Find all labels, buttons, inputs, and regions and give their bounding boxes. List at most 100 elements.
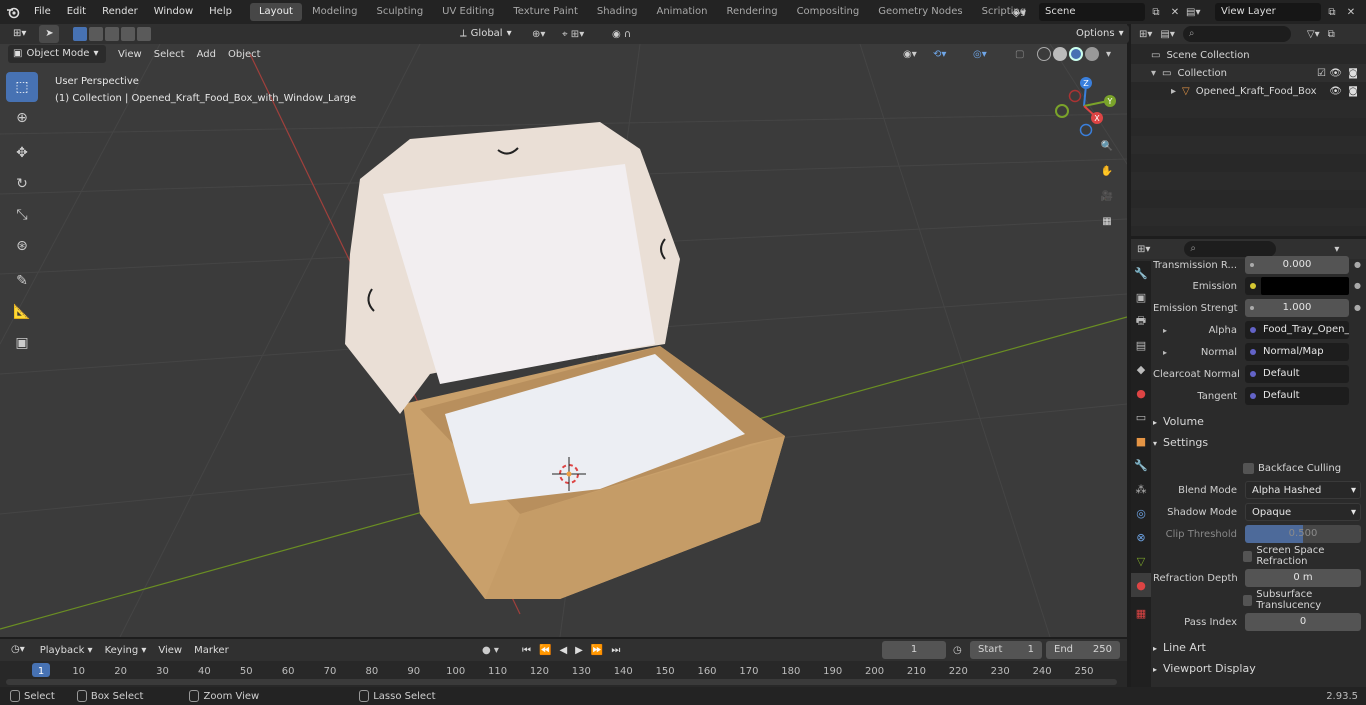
new-collection-icon[interactable]: ⧉	[1328, 29, 1335, 40]
new-scene-icon[interactable]: ⧉	[1148, 7, 1164, 18]
refraction-depth-field[interactable]: 0 m	[1245, 569, 1361, 587]
object-tab-icon[interactable]: ■	[1131, 429, 1151, 453]
snap-icon[interactable]: ⌖ ⊞▾	[562, 29, 584, 40]
tab-rendering[interactable]: Rendering	[717, 3, 786, 21]
scene-selector-icon[interactable]: ◈▾	[1012, 6, 1036, 19]
tab-texture-paint[interactable]: Texture Paint	[504, 3, 587, 21]
viewport-display-section-header[interactable]: ▸ Viewport Display	[1153, 659, 1361, 679]
subsurface-translucency-row[interactable]: Subsurface Translucency	[1153, 589, 1361, 611]
material-tab-icon[interactable]: ●	[1131, 573, 1151, 597]
rendered-shading-icon[interactable]	[1085, 47, 1099, 61]
constraints-tab-icon[interactable]: ⊗	[1131, 525, 1151, 549]
exclude-checkbox-icon[interactable]: ☑	[1317, 68, 1326, 79]
options-dropdown[interactable]: Options ▾	[1071, 25, 1129, 43]
volume-section-header[interactable]: ▸ Volume	[1153, 412, 1361, 432]
view-layer-icon[interactable]: ▤▾	[1186, 7, 1212, 18]
screen-space-refraction-checkbox[interactable]	[1243, 550, 1253, 562]
tool-tab-icon[interactable]: 🔧	[1131, 261, 1151, 285]
keyframe-icon[interactable]: ●	[1354, 256, 1361, 274]
tab-uv-editing[interactable]: UV Editing	[433, 3, 503, 21]
keying-menu[interactable]: Keying ▾	[99, 645, 153, 656]
subsurface-translucency-checkbox[interactable]	[1243, 594, 1253, 606]
menu-add[interactable]: Add	[191, 49, 222, 60]
delete-view-layer-icon[interactable]: ✕	[1343, 7, 1359, 18]
texture-tab-icon[interactable]: ▦	[1131, 601, 1151, 625]
transform-orientation-dropdown[interactable]: ⟂ Global ▾	[455, 25, 523, 43]
menu-help[interactable]: Help	[201, 0, 240, 24]
solid-shading-icon[interactable]	[1053, 47, 1067, 61]
tab-modeling[interactable]: Modeling	[303, 3, 367, 21]
outliner-editor-icon[interactable]: ⊞▾	[1139, 29, 1152, 40]
proportional-editing-icon[interactable]: ◉ ∩	[612, 29, 631, 40]
collection-tab-icon[interactable]: ▭	[1131, 405, 1151, 429]
select-subtract-icon[interactable]	[105, 27, 120, 41]
timeline-editor-icon[interactable]: ◷▾	[6, 641, 30, 659]
eye-icon[interactable]: 👁	[1329, 86, 1342, 97]
modifier-tab-icon[interactable]: 🔧	[1131, 453, 1151, 477]
new-view-layer-icon[interactable]: ⧉	[1324, 7, 1340, 18]
physics-tab-icon[interactable]: ◎	[1131, 501, 1151, 525]
select-invert-icon[interactable]	[121, 27, 136, 41]
keyframe-icon[interactable]: ●	[1354, 277, 1361, 295]
scale-tool-icon[interactable]: ⤡	[6, 200, 38, 230]
start-frame-field[interactable]: Start 1	[970, 641, 1042, 659]
tangent-field[interactable]: Default	[1245, 387, 1349, 405]
navigation-gizmo[interactable]: Z Y X	[1055, 77, 1116, 137]
expand-arrow-icon[interactable]: ▾	[1151, 68, 1156, 79]
jump-end-icon[interactable]: ⏭	[611, 645, 620, 656]
settings-section-header[interactable]: ▾ Settings	[1153, 433, 1361, 453]
tab-layout[interactable]: Layout	[249, 3, 302, 21]
data-tab-icon[interactable]: ▽	[1131, 549, 1151, 573]
visibility-icon[interactable]: ◉▾	[903, 49, 917, 60]
outliner-row-collection[interactable]: ▾ ▭ Collection ☑ 👁 ◙	[1131, 64, 1366, 82]
backface-culling-checkbox[interactable]	[1243, 462, 1254, 474]
tab-animation[interactable]: Animation	[648, 3, 717, 21]
menu-select[interactable]: Select	[148, 49, 191, 60]
tab-geometry-nodes[interactable]: Geometry Nodes	[869, 3, 971, 21]
screen-space-refraction-row[interactable]: Screen Space Refraction	[1153, 545, 1361, 567]
zoom-icon[interactable]: 🔍	[1097, 141, 1117, 159]
expand-arrow-icon[interactable]: ▸	[1171, 86, 1176, 97]
playback-menu[interactable]: Playback ▾	[34, 645, 99, 656]
camera-view-icon[interactable]: 🎥	[1097, 191, 1117, 209]
emission-color-field[interactable]: ●	[1245, 277, 1361, 295]
stopwatch-icon[interactable]: ◷	[953, 645, 962, 656]
alpha-link-field[interactable]: Food_Tray_Open_L...	[1245, 321, 1349, 339]
menu-edit[interactable]: Edit	[59, 0, 94, 24]
line-art-section-header[interactable]: ▸ Line Art	[1153, 638, 1361, 658]
expand-arrow-icon[interactable]: ▸	[1163, 348, 1167, 357]
tab-shading[interactable]: Shading	[588, 3, 647, 21]
scene-field[interactable]: Scene	[1039, 3, 1145, 21]
properties-search-input[interactable]: ⌕	[1184, 241, 1277, 257]
timeline-scrollbar[interactable]	[6, 679, 1117, 685]
select-extend-icon[interactable]	[89, 27, 104, 41]
delete-scene-icon[interactable]: ✕	[1167, 7, 1183, 18]
select-tool-icon[interactable]: ➤	[39, 25, 60, 43]
menu-object[interactable]: Object	[222, 49, 267, 60]
transform-tool-icon[interactable]: ⊛	[6, 231, 38, 261]
particles-tab-icon[interactable]: ⁂	[1131, 477, 1151, 501]
mode-dropdown[interactable]: ▣ Object Mode ▾	[8, 45, 106, 63]
jump-keyframe-forward-icon[interactable]: ⏩	[591, 645, 603, 656]
menu-view[interactable]: View	[112, 49, 148, 60]
play-reverse-icon[interactable]: ◀	[559, 645, 567, 656]
menu-file[interactable]: File	[26, 0, 59, 24]
xray-icon[interactable]: ▢	[1015, 49, 1024, 60]
properties-options-icon[interactable]: ▾	[1334, 244, 1339, 255]
tab-compositing[interactable]: Compositing	[788, 3, 869, 21]
output-tab-icon[interactable]: 🖶	[1131, 309, 1151, 333]
eye-icon[interactable]: 👁	[1329, 68, 1342, 79]
menu-window[interactable]: Window	[146, 0, 201, 24]
measure-tool-icon[interactable]: 📐	[6, 297, 38, 327]
jump-start-icon[interactable]: ⏮	[522, 645, 531, 656]
shading-modes[interactable]	[1037, 47, 1099, 61]
backface-culling-row[interactable]: Backface Culling	[1153, 459, 1361, 477]
view-layer-field[interactable]: View Layer	[1215, 3, 1321, 21]
move-tool-icon[interactable]: ✥	[6, 138, 38, 168]
clip-threshold-slider[interactable]: 0.500	[1245, 525, 1361, 543]
pivot-point-icon[interactable]: ⊕▾	[532, 29, 545, 40]
normal-link-field[interactable]: Normal/Map	[1245, 343, 1349, 361]
view-layer-tab-icon[interactable]: ▤	[1131, 333, 1151, 357]
material-shading-icon[interactable]	[1069, 47, 1083, 61]
annotate-tool-icon[interactable]: ✎	[6, 266, 38, 296]
